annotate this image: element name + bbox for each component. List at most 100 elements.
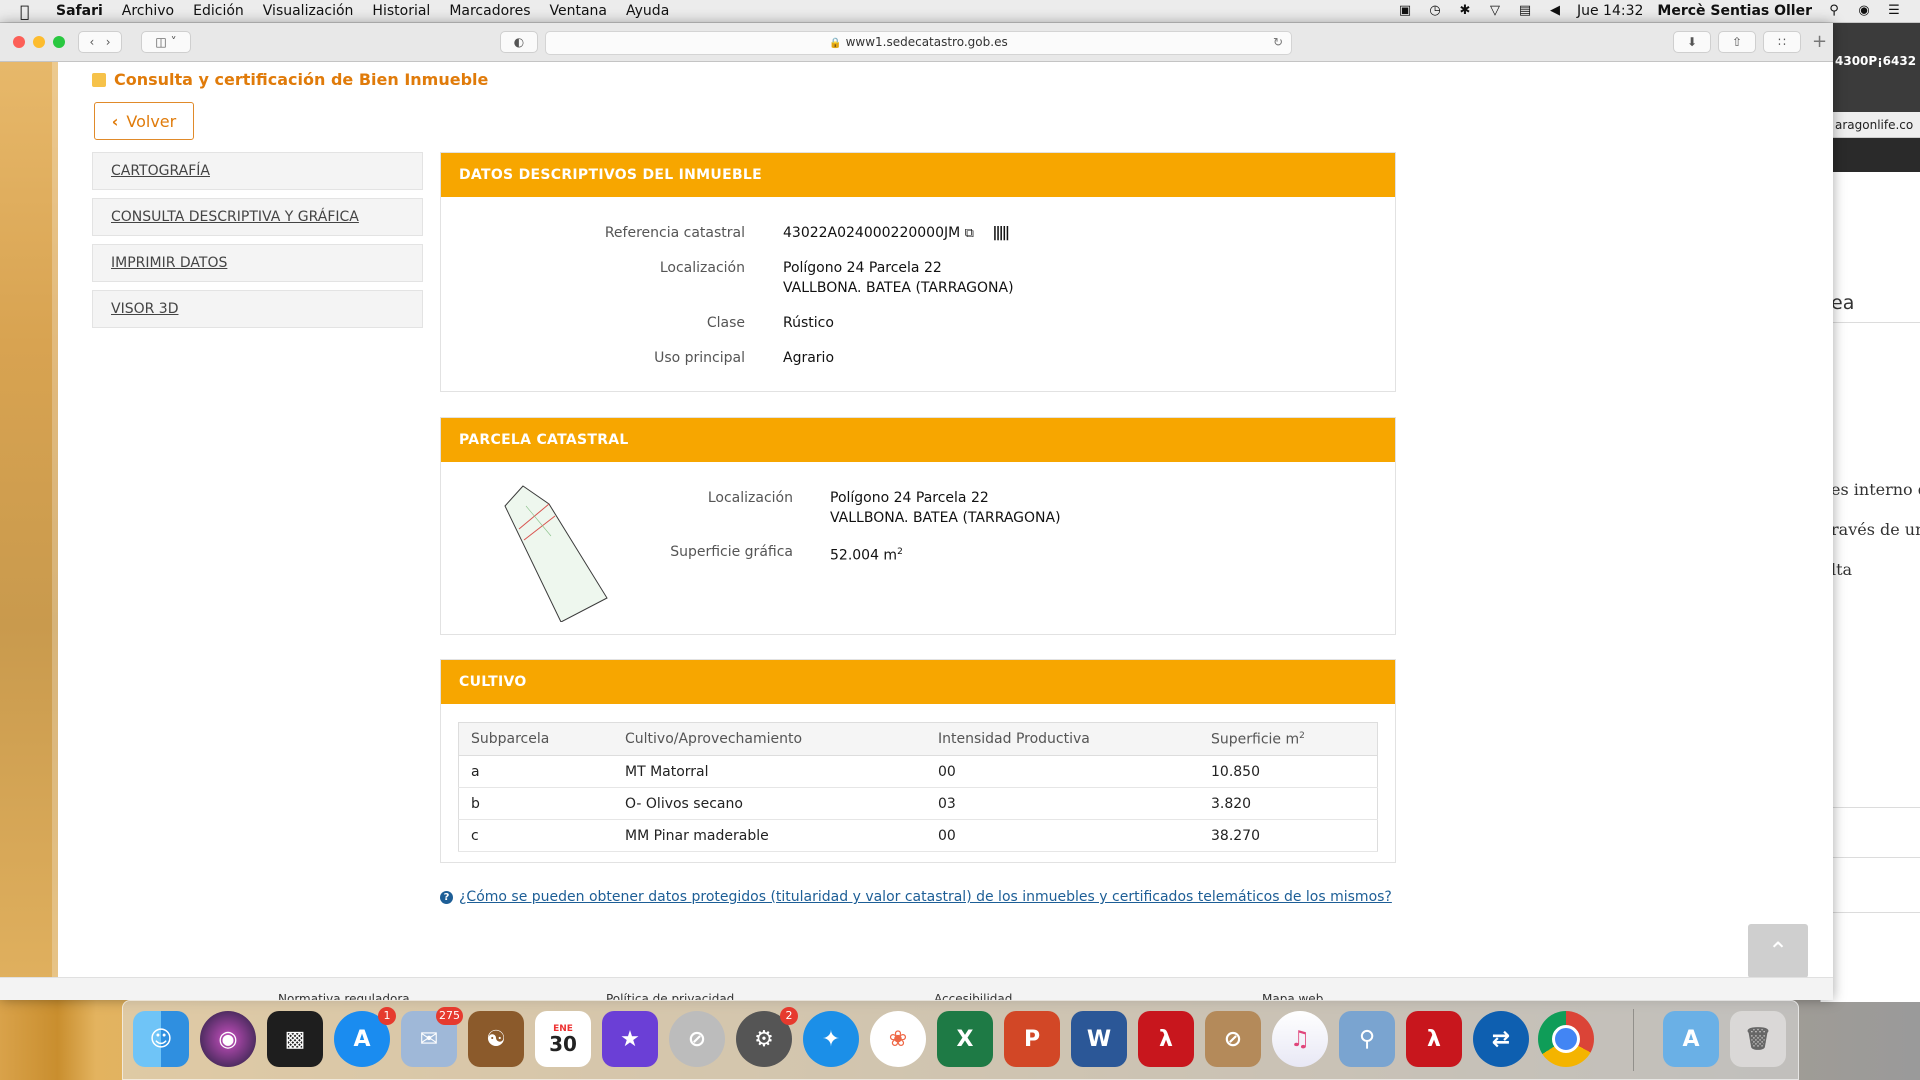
nav-imprimir-datos[interactable]: IMPRIMIR DATOS [92,244,423,282]
photo-booth-icon[interactable]: ▩ [267,1011,323,1067]
protected-data-help-link[interactable]: ? ¿Cómo se pueden obtener datos protegid… [440,889,1392,905]
blocked-app-icon[interactable]: ⊘ [669,1011,725,1067]
music-icon[interactable]: ♫ [1272,1011,1328,1067]
menu-archivo[interactable]: Archivo [122,3,174,19]
close-window-button[interactable] [13,36,25,48]
contacts-icon[interactable]: ☯ [468,1011,524,1067]
footer-link[interactable]: Normativa reguladora [278,992,410,1000]
table-cell: c [458,819,613,852]
question-icon: ? [440,890,453,904]
download-icon: ⬇ [1686,35,1698,49]
tab-overview-button[interactable]: ∷ [1763,31,1801,53]
help-link-text[interactable]: ¿Cómo se pueden obtener datos protegidos… [459,889,1392,905]
trash-icon[interactable]: 🗑 [1730,1011,1786,1067]
footer-link[interactable]: Política de privacidad [606,992,734,1000]
footer-link[interactable]: Mapa web [1262,992,1323,1000]
nav-cartografia[interactable]: CARTOGRAFÍA [92,152,423,190]
url-text: www1.sedecatastro.gob.es [845,35,1008,49]
field-label: Uso principal [654,350,745,366]
chrome-icon[interactable] [1538,1011,1594,1067]
field-label: Clase [706,315,745,331]
sidebar-icon: ◫ [155,35,167,49]
acrobat-reader-icon[interactable]: λ [1406,1011,1462,1067]
column-header: Superficie m2 [1199,722,1378,756]
imovie-icon[interactable]: ★ [602,1011,658,1067]
apple-icon[interactable]:  [20,2,38,21]
chevron-right-icon[interactable]: › [106,35,111,49]
screen-mirror-icon[interactable]: ▣ [1397,4,1413,18]
minimize-window-button[interactable] [33,36,45,48]
mail-icon[interactable]: ✉ 275 [401,1007,463,1067]
nav-consulta-descriptiva[interactable]: CONSULTA DESCRIPTIVA Y GRÁFICA [92,198,423,236]
applications-folder-icon[interactable]: A [1663,1011,1719,1067]
siri-app-icon[interactable]: ◉ [200,1011,256,1067]
menu-ventana[interactable]: Ventana [550,3,608,19]
address-bar[interactable]: 🔒 www1.sedecatastro.gob.es ↻ [545,31,1292,55]
system-preferences-icon[interactable]: ⚙ 2 [736,1007,798,1067]
acrobat-icon[interactable]: λ [1138,1011,1194,1067]
photos-icon[interactable]: ❀ [870,1011,926,1067]
new-tab-icon[interactable]: + [1812,31,1827,52]
background-browser-window[interactable]: 4300P¡6432 aragonlife.co ea es interno d… [1820,22,1920,1002]
reload-icon[interactable]: ↻ [1273,32,1283,53]
menu-historial[interactable]: Historial [372,3,430,19]
time-machine-icon[interactable]: ◷ [1427,4,1443,18]
zoom-window-button[interactable] [53,36,65,48]
user-name[interactable]: Mercè Sentias Oller [1657,3,1812,19]
word-icon[interactable]: W [1071,1011,1127,1067]
table-header-row: Subparcela Cultivo/Aprovechamiento Inten… [458,722,1378,756]
wifi-icon[interactable]: ▽ [1487,4,1503,18]
back-button[interactable]: ‹ Volver [94,102,194,140]
copy-icon[interactable]: ⧉ [965,226,974,241]
scroll-to-top-button[interactable]: ⌃ [1748,924,1808,978]
chevron-left-icon[interactable]: ‹ [89,35,94,49]
menu-ayuda[interactable]: Ayuda [626,3,669,19]
downloads-button[interactable]: ⬇ [1673,31,1711,53]
clock[interactable]: Jue 14:32 [1577,3,1643,19]
search-icon[interactable]: ⚲ [1826,4,1842,18]
blocked-app-icon[interactable]: ⊘ [1205,1011,1261,1067]
back-forward-buttons[interactable]: ‹ › [78,31,122,53]
powerpoint-icon[interactable]: P [1004,1011,1060,1067]
decorative-side-image [0,62,58,1000]
nav-visor-3d[interactable]: VISOR 3D [92,290,423,328]
teamviewer-icon[interactable]: ⇄ [1473,1011,1529,1067]
footer-link[interactable]: Accesibilidad [934,992,1012,1000]
surface-number: 52.004 m [830,547,898,564]
app-store-icon[interactable]: A1 [334,1007,396,1067]
page-content: Consulta y certificación de Bien Inmuebl… [0,62,1833,1000]
preview-icon[interactable]: ⚲ [1339,1011,1395,1067]
finder-icon[interactable]: ☺ [133,1011,189,1067]
folder-icon [92,72,106,87]
volume-icon[interactable]: ◀ [1547,4,1563,18]
bg-window-header: 4300P¡6432 [1821,22,1920,112]
chevron-up-icon: ⌃ [1767,937,1789,965]
location-line: Polígono 24 Parcela 22 [783,260,942,276]
back-button-label: Volver [126,111,177,131]
notification-badge: 2 [780,1007,798,1025]
display-icon[interactable]: ▤ [1517,4,1533,18]
table-cell: a [458,755,613,788]
crop-table: Subparcela Cultivo/Aprovechamiento Inten… [458,722,1378,852]
cadastral-reference-value: 43022A024000220000JM [783,225,961,241]
privacy-report-button[interactable]: ◐ [500,31,538,53]
siri-icon[interactable]: ◉ [1856,4,1872,18]
menu-app-name[interactable]: Safari [56,3,103,19]
bluetooth-icon[interactable]: ✱ [1457,4,1473,18]
excel-icon[interactable]: X [937,1011,993,1067]
barcode-icon[interactable]: ||||| [992,225,1010,241]
bg-window-text: ravés de un [1831,520,1920,539]
parcel-map-thumbnail[interactable] [501,476,621,622]
bg-window-tab[interactable]: aragonlife.co [1821,112,1920,138]
sidebar-toggle-button[interactable]: ◫ ˅ [141,31,191,53]
menu-visualizacion[interactable]: Visualización [263,3,354,19]
descriptive-data-panel: DATOS DESCRIPTIVOS DEL INMUEBLE Referenc… [440,152,1396,392]
menu-marcadores[interactable]: Marcadores [449,3,530,19]
menu-edicion[interactable]: Edición [193,3,244,19]
notification-center-icon[interactable]: ☰ [1886,4,1902,18]
calendar-icon[interactable]: ENE 30 [535,1011,591,1067]
crop-panel: CULTIVO Subparcela Cultivo/Aprovechamien… [440,659,1396,863]
share-button[interactable]: ⇧ [1718,31,1756,53]
unit-superscript: 2 [897,547,903,557]
safari-icon[interactable]: ✦ [803,1011,859,1067]
